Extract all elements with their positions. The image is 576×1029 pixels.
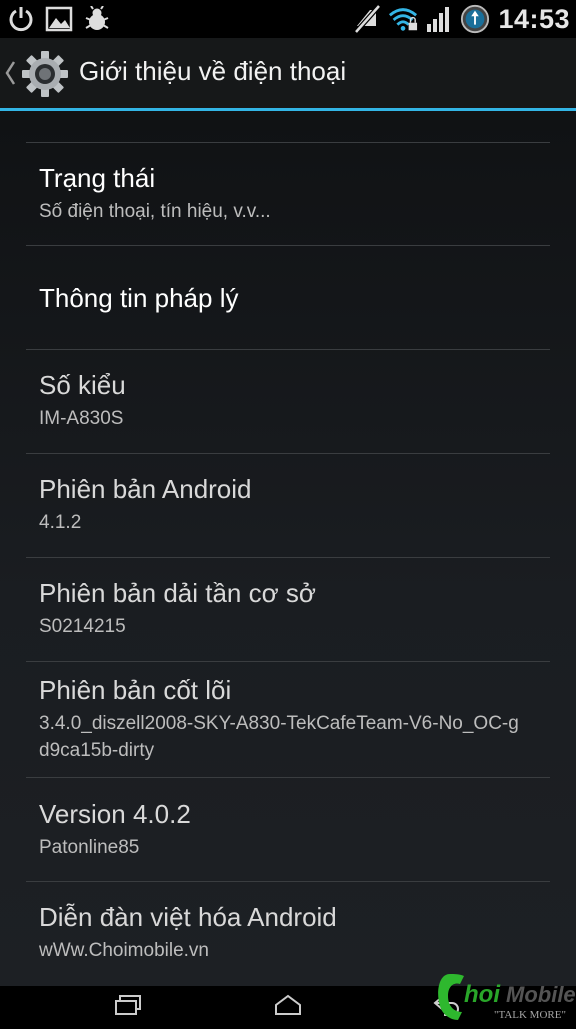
action-bar: Giới thiệu về điện thoại xyxy=(0,38,576,108)
list-item-legal-info[interactable]: Thông tin pháp lý xyxy=(39,283,550,314)
divider xyxy=(26,881,550,882)
item-summary: Patonline85 xyxy=(39,837,140,858)
image-icon xyxy=(44,4,74,34)
settings-gear-icon[interactable] xyxy=(20,49,70,99)
item-title: Phiên bản cốt lõi xyxy=(39,675,232,705)
list-item-model-number: Số kiểu IM-A830S xyxy=(39,370,550,432)
item-title: Version 4.0.2 xyxy=(39,799,191,829)
item-title: Phiên bản Android xyxy=(39,474,252,504)
item-title: Diễn đàn việt hóa Android xyxy=(39,902,337,932)
wifi-icon xyxy=(388,4,418,34)
page-title: Giới thiệu về điện thoại xyxy=(79,56,347,86)
sync-icon xyxy=(460,4,490,34)
item-title: Trạng thái xyxy=(39,163,156,193)
mute-icon xyxy=(352,4,382,34)
divider xyxy=(26,557,550,558)
clock: 14:53 xyxy=(498,3,570,34)
item-summary: 3.4.0_diszell2008-SKY-A830-TekCafeTeam-V… xyxy=(39,713,519,761)
list-item-status[interactable]: Trạng thái Số điện thoại, tín hiệu, v.v.… xyxy=(39,163,550,225)
item-summary: 4.1.2 xyxy=(39,512,82,533)
bug-icon xyxy=(82,4,112,34)
item-summary: wWw.Choimobile.vn xyxy=(39,940,209,961)
divider xyxy=(26,777,550,778)
signal-icon xyxy=(424,4,454,34)
divider xyxy=(26,349,550,350)
svg-text:hoi: hoi xyxy=(464,981,501,1008)
item-title: Phiên bản dải tần cơ sở xyxy=(39,578,316,608)
watermark-tagline: "TALK MORE" xyxy=(494,1009,566,1021)
list-item-android-version[interactable]: Phiên bản Android 4.1.2 xyxy=(39,474,550,536)
status-bar: 14:53 xyxy=(0,0,576,38)
choimobile-watermark: hoi Mobile "TALK MORE" xyxy=(434,968,576,1024)
list-item-forum: Diễn đàn việt hóa Android wWw.Choimobile… xyxy=(39,902,550,964)
item-title: Thông tin pháp lý xyxy=(39,283,239,313)
svg-text:Mobile: Mobile xyxy=(506,982,576,1007)
item-title: Số kiểu xyxy=(39,370,126,400)
divider xyxy=(26,142,550,143)
settings-list: Trạng thái Số điện thoại, tín hiệu, v.v.… xyxy=(0,111,576,986)
divider xyxy=(26,661,550,662)
divider xyxy=(26,245,550,246)
item-summary: S0214215 xyxy=(39,616,126,637)
recent-apps-icon[interactable] xyxy=(111,990,145,1020)
power-icon xyxy=(6,4,36,34)
item-summary: IM-A830S xyxy=(39,408,124,429)
list-item-baseband-version: Phiên bản dải tần cơ sở S0214215 xyxy=(39,578,550,640)
divider xyxy=(26,453,550,454)
up-caret-icon[interactable] xyxy=(4,58,16,88)
item-summary: Số điện thoại, tín hiệu, v.v... xyxy=(39,201,271,222)
home-icon[interactable] xyxy=(271,990,305,1020)
list-item-kernel-version: Phiên bản cốt lõi 3.4.0_diszell2008-SKY-… xyxy=(39,675,520,764)
list-item-version: Version 4.0.2 Patonline85 xyxy=(39,799,550,861)
